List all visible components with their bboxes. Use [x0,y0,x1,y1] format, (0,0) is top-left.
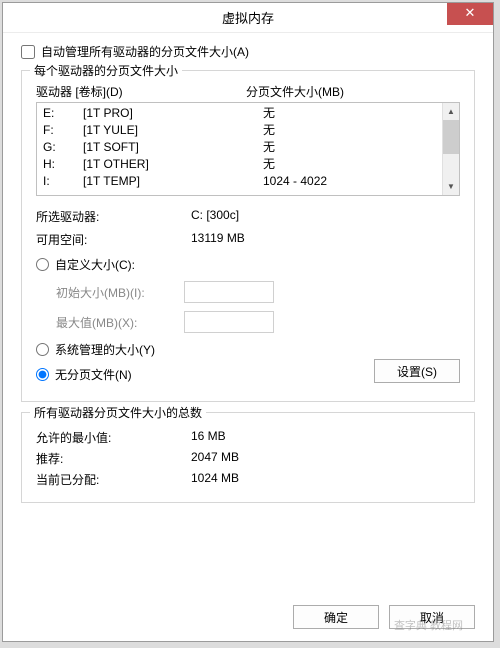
list-item[interactable]: F: [1T YULE] 无 [37,122,442,139]
close-icon: ✕ [465,5,476,20]
max-size-input[interactable] [184,311,274,333]
dialog-footer: 确定 取消 [293,605,475,629]
per-drive-group: 每个驱动器的分页文件大小 驱动器 [卷标](D) 分页文件大小(MB) E: [… [21,70,475,402]
auto-manage-checkbox[interactable] [21,45,35,59]
list-item[interactable]: E: [1T PRO] 无 [37,105,442,122]
current-allocated-value: 1024 MB [191,471,239,488]
auto-manage-checkbox-row[interactable]: 自动管理所有驱动器的分页文件大小(A) [21,43,475,60]
dialog-window: 虚拟内存 ✕ 自动管理所有驱动器的分页文件大小(A) 每个驱动器的分页文件大小 … [2,2,494,642]
drive-listbox[interactable]: E: [1T PRO] 无 F: [1T YULE] 无 G: [1T SOFT… [36,102,460,196]
set-button[interactable]: 设置(S) [374,359,460,383]
col-drive-header: 驱动器 [卷标](D) [36,83,246,100]
custom-size-label: 自定义大小(C): [55,256,135,273]
col-size-header: 分页文件大小(MB) [246,83,344,100]
initial-size-label: 初始大小(MB)(I): [36,284,176,301]
selected-drive-value: C: [300c] [191,208,239,225]
list-item[interactable]: I: [1T TEMP] 1024 - 4022 [37,173,442,190]
no-paging-label: 无分页文件(N) [55,366,132,383]
scroll-down-icon[interactable]: ▼ [443,178,459,195]
window-title: 虚拟内存 [222,8,274,27]
auto-manage-label: 自动管理所有驱动器的分页文件大小(A) [41,43,249,60]
min-allowed-label: 允许的最小值: [36,429,191,446]
free-space-label: 可用空间: [36,231,191,248]
ok-button[interactable]: 确定 [293,605,379,629]
current-allocated-label: 当前已分配: [36,471,191,488]
scroll-up-icon[interactable]: ▲ [443,103,459,120]
per-drive-group-title: 每个驱动器的分页文件大小 [30,62,182,79]
system-managed-label: 系统管理的大小(Y) [55,341,155,358]
recommended-value: 2047 MB [191,450,239,467]
content-area: 自动管理所有驱动器的分页文件大小(A) 每个驱动器的分页文件大小 驱动器 [卷标… [3,33,493,525]
system-managed-radio[interactable] [36,343,49,356]
close-button[interactable]: ✕ [447,3,493,25]
drive-listbox-content: E: [1T PRO] 无 F: [1T YULE] 无 G: [1T SOFT… [37,103,442,195]
cancel-button[interactable]: 取消 [389,605,475,629]
no-paging-radio[interactable] [36,368,49,381]
system-managed-radio-row[interactable]: 系统管理的大小(Y) [36,341,460,358]
recommended-label: 推荐: [36,450,191,467]
free-space-value: 13119 MB [191,231,245,248]
initial-size-input[interactable] [184,281,274,303]
selected-drive-label: 所选驱动器: [36,208,191,225]
min-allowed-value: 16 MB [191,429,226,446]
drive-list-header: 驱动器 [卷标](D) 分页文件大小(MB) [36,83,460,100]
custom-size-radio[interactable] [36,258,49,271]
listbox-scrollbar[interactable]: ▲ ▼ [442,103,459,195]
scroll-track[interactable] [443,154,459,178]
scroll-thumb[interactable] [443,120,459,154]
list-item[interactable]: H: [1T OTHER] 无 [37,156,442,173]
list-item[interactable]: G: [1T SOFT] 无 [37,139,442,156]
titlebar: 虚拟内存 ✕ [3,3,493,33]
totals-group: 所有驱动器分页文件大小的总数 允许的最小值: 16 MB 推荐: 2047 MB… [21,412,475,503]
max-size-label: 最大值(MB)(X): [36,314,176,331]
custom-size-radio-row[interactable]: 自定义大小(C): [36,256,460,273]
totals-group-title: 所有驱动器分页文件大小的总数 [30,404,206,421]
